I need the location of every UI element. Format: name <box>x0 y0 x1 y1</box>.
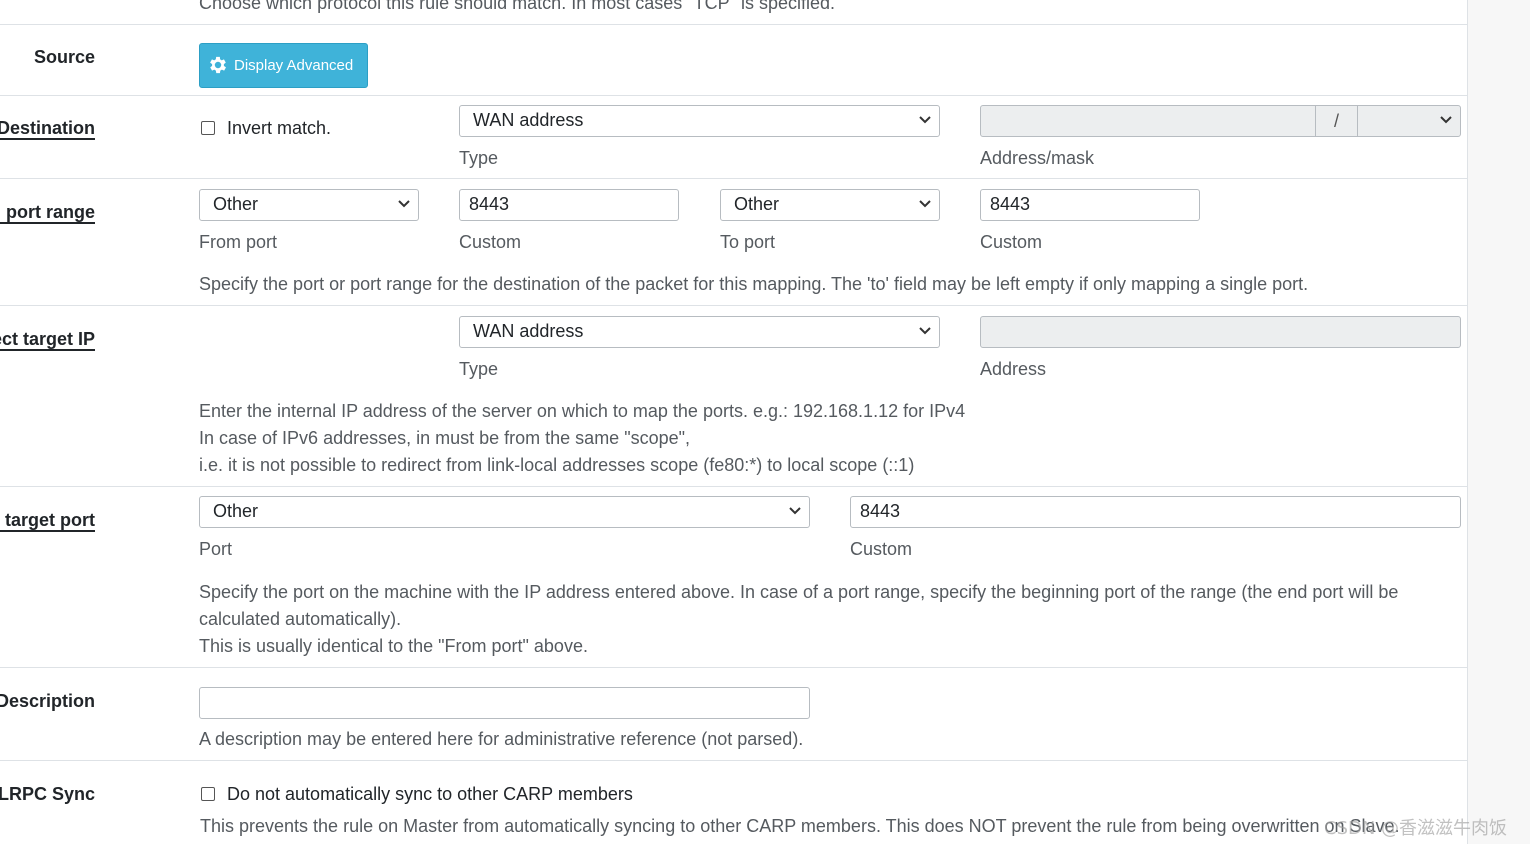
display-advanced-label: Display Advanced <box>234 57 354 74</box>
redirect-target-port-label[interactable]: Redirect target port <box>0 509 95 531</box>
divider <box>0 667 1467 668</box>
redirect-port-value: Other <box>213 501 259 521</box>
no-xmlrpc-sync-checkbox[interactable] <box>201 787 215 801</box>
destination-type-value: WAN address <box>473 110 584 130</box>
destination-address-input[interactable] <box>980 105 1316 137</box>
description-input[interactable] <box>199 687 810 719</box>
no-xmlrpc-sync-checkbox-label: Do not automatically sync to other CARP … <box>227 784 633 804</box>
chevron-down-icon <box>1440 116 1452 124</box>
redirect-port-help-line-1: Specify the port on the machine with the… <box>199 582 1399 602</box>
from-port-custom-input[interactable]: 8443 <box>459 189 679 221</box>
chevron-down-icon <box>919 327 931 335</box>
redirect-port-help-line-2: calculated automatically). <box>199 609 402 629</box>
divider <box>0 760 1467 761</box>
mask-separator: / <box>1315 105 1357 137</box>
address-mask-caption: Address/mask <box>980 148 1095 168</box>
gear-icon <box>210 56 226 74</box>
divider <box>0 24 1467 25</box>
destination-type-select[interactable]: WAN address <box>459 105 940 137</box>
redirect-ip-help-line-3: i.e. it is not possible to redirect from… <box>199 455 915 475</box>
divider <box>0 486 1467 487</box>
no-xmlrpc-sync-help-text: This prevents the rule on Master from au… <box>200 816 1400 836</box>
divider <box>0 178 1467 179</box>
invert-match-checkbox[interactable] <box>201 121 215 135</box>
redirect-port-custom-caption: Custom <box>850 539 913 559</box>
destination-type-caption: Type <box>459 148 499 168</box>
to-port-select[interactable]: Other <box>720 189 940 221</box>
redirect-port-help-line-3: This is usually identical to the "From p… <box>199 636 588 656</box>
redirect-port-caption: Port <box>199 539 233 559</box>
divider <box>0 305 1467 306</box>
source-label: Source <box>33 47 95 67</box>
chevron-down-icon <box>919 116 931 124</box>
divider <box>0 95 1467 96</box>
from-port-value: Other <box>213 194 259 214</box>
description-help-text: A description may be entered here for ad… <box>199 729 804 749</box>
redirect-ip-help-line-1: Enter the internal IP address of the ser… <box>199 401 966 421</box>
no-xmlrpc-sync-label: No XMLRPC Sync <box>0 784 95 804</box>
redirect-ip-help-line-2: In case of IPv6 addresses, in must be fr… <box>199 428 691 448</box>
to-port-value: Other <box>734 194 780 214</box>
protocol-help-text: Choose which protocol this rule should m… <box>199 0 836 13</box>
redirect-ip-address-input[interactable] <box>980 316 1461 348</box>
from-port-custom-caption: Custom <box>459 232 522 252</box>
rule-form-panel: Choose which protocol this rule should m… <box>0 0 1468 844</box>
to-port-custom-caption: Custom <box>980 232 1043 252</box>
redirect-target-ip-label[interactable]: Redirect target IP <box>0 328 95 350</box>
page-gutter <box>1468 0 1530 844</box>
redirect-port-select[interactable]: Other <box>199 496 810 528</box>
display-advanced-button[interactable]: Display Advanced <box>199 43 368 88</box>
redirect-ip-type-select[interactable]: WAN address <box>459 316 940 348</box>
from-port-select[interactable]: Other <box>199 189 419 221</box>
redirect-ip-type-caption: Type <box>459 359 499 379</box>
redirect-ip-type-value: WAN address <box>473 321 584 341</box>
destination-label[interactable]: Destination <box>0 117 95 139</box>
destination-port-range-label[interactable]: Destination port range <box>0 201 95 223</box>
chevron-down-icon <box>919 200 931 208</box>
to-port-custom-input[interactable]: 8443 <box>980 189 1200 221</box>
from-port-caption: From port <box>199 232 278 252</box>
port-range-help-text: Specify the port or port range for the d… <box>199 274 1309 294</box>
redirect-ip-address-caption: Address <box>980 359 1047 379</box>
chevron-down-icon <box>398 200 410 208</box>
chevron-down-icon <box>789 507 801 515</box>
destination-mask-select[interactable] <box>1357 105 1461 137</box>
watermark: CSDN @香滋滋牛肉饭 <box>1324 818 1508 839</box>
invert-match-label: Invert match. <box>227 118 332 138</box>
to-port-caption: To port <box>720 232 776 252</box>
page: Choose which protocol this rule should m… <box>0 0 1530 844</box>
description-label: Description <box>0 691 95 711</box>
redirect-port-custom-input[interactable]: 8443 <box>850 496 1461 528</box>
